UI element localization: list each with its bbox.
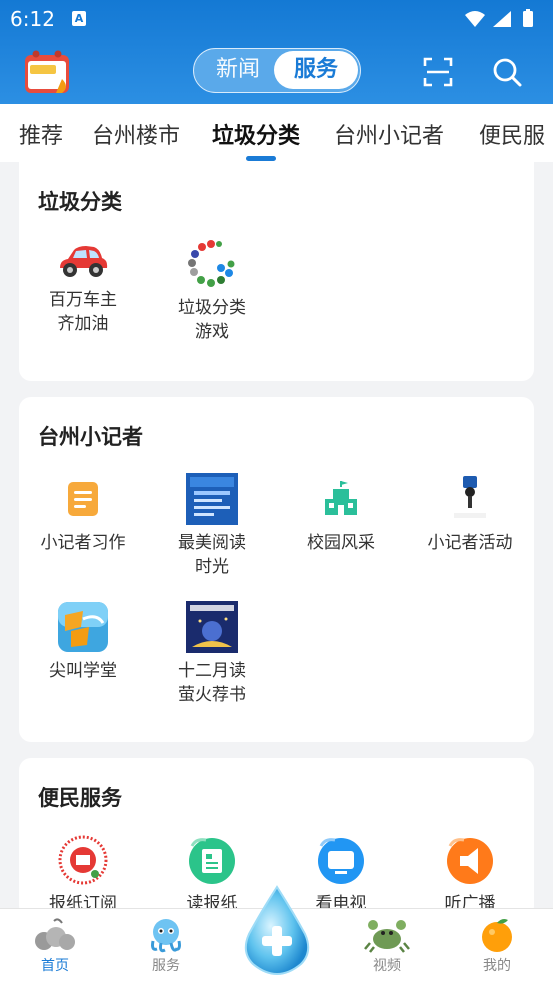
crab-icon <box>364 920 410 953</box>
item-beautiful-reading[interactable]: 最美阅读 时光 <box>152 473 272 579</box>
item-label: 百万车主 齐加油 <box>49 290 117 334</box>
item-garbage-game[interactable]: 垃圾分类 游戏 <box>152 238 272 344</box>
tv-icon <box>318 838 364 884</box>
tab-recommend[interactable]: 推荐 <box>19 118 63 150</box>
calendar-logo-icon[interactable] <box>22 49 74 95</box>
newspaper-subscription-icon <box>58 835 108 885</box>
home-icon <box>35 918 75 950</box>
book-poster-icon <box>186 601 238 653</box>
item-listen-radio[interactable]: 听广播 <box>410 834 530 916</box>
garbage-card: 垃圾分类 百万车主 齐加油 垃圾分类 游戏 <box>19 162 534 381</box>
tab-convenience[interactable]: 便民服 <box>479 118 545 150</box>
item-label: 小记者习作 <box>40 533 126 553</box>
scream-school-icon <box>58 602 108 652</box>
garbage-game-icon <box>188 240 235 287</box>
nav-home[interactable]: 首页 <box>10 909 100 975</box>
signal-icon <box>493 11 511 27</box>
item-label: 十二月读 萤火荐书 <box>178 661 246 705</box>
center-plus-drop-button[interactable] <box>241 884 313 976</box>
item-newspaper-subscription[interactable]: 报纸订阅 <box>23 834 143 916</box>
item-reporter-activity[interactable]: 小记者活动 <box>410 473 530 555</box>
card-title: 垃圾分类 <box>38 190 122 214</box>
little-reporter-card: 台州小记者 小记者习作 最美阅读 时光 校园风采 小记者活动 尖叫学堂 十二月读… <box>19 397 534 742</box>
tab-garbage-sorting[interactable]: 垃圾分类 <box>212 118 300 150</box>
tab-little-reporter[interactable]: 台州小记者 <box>334 118 444 150</box>
item-scream-school[interactable]: 尖叫学堂 <box>23 601 143 683</box>
read-newspaper-icon <box>189 838 235 884</box>
red-car-icon <box>60 246 108 277</box>
orange-icon <box>482 919 512 952</box>
active-tab-indicator <box>246 156 276 161</box>
nav-video[interactable]: 视频 <box>342 909 432 975</box>
seg-news[interactable]: 新闻 <box>198 49 278 91</box>
battery-icon <box>523 11 533 27</box>
item-december-reading[interactable]: 十二月读 萤火荐书 <box>152 601 272 707</box>
notification-icon: A <box>72 11 86 26</box>
card-title: 便民服务 <box>38 786 122 810</box>
channel-tabs: 推荐 台州楼市 垃圾分类 台州小记者 便民服 <box>0 104 553 162</box>
app-header: 6:12 A 新闻 服务 <box>0 0 553 104</box>
search-icon[interactable] <box>490 55 524 89</box>
item-label: 尖叫学堂 <box>49 661 117 681</box>
item-label: 校园风采 <box>307 533 375 553</box>
nav-service[interactable]: 服务 <box>121 909 211 975</box>
scan-icon[interactable] <box>421 55 455 89</box>
item-reporter-essay[interactable]: 小记者习作 <box>23 473 143 555</box>
octopus-icon <box>151 919 181 953</box>
card-title: 台州小记者 <box>38 425 143 449</box>
item-campus-style[interactable]: 校园风采 <box>281 473 401 555</box>
wifi-icon <box>465 11 485 27</box>
radio-icon <box>447 838 493 884</box>
item-car-owner[interactable]: 百万车主 齐加油 <box>23 242 143 336</box>
news-service-switch[interactable]: 新闻 服务 <box>193 48 361 93</box>
item-label: 垃圾分类 游戏 <box>178 298 246 342</box>
document-icon <box>68 482 98 516</box>
tab-taizhou-property[interactable]: 台州楼市 <box>92 118 180 150</box>
microphone-icon <box>454 476 486 518</box>
system-icons <box>465 9 533 27</box>
item-label: 最美阅读 时光 <box>178 533 246 577</box>
status-bar: 6:12 A <box>0 0 553 38</box>
item-label: 小记者活动 <box>427 533 513 553</box>
status-time: 6:12 <box>10 7 55 31</box>
school-icon <box>325 481 357 515</box>
seg-service[interactable]: 服务 <box>274 51 358 89</box>
nav-mine[interactable]: 我的 <box>452 909 542 975</box>
reading-poster-icon <box>186 473 238 525</box>
